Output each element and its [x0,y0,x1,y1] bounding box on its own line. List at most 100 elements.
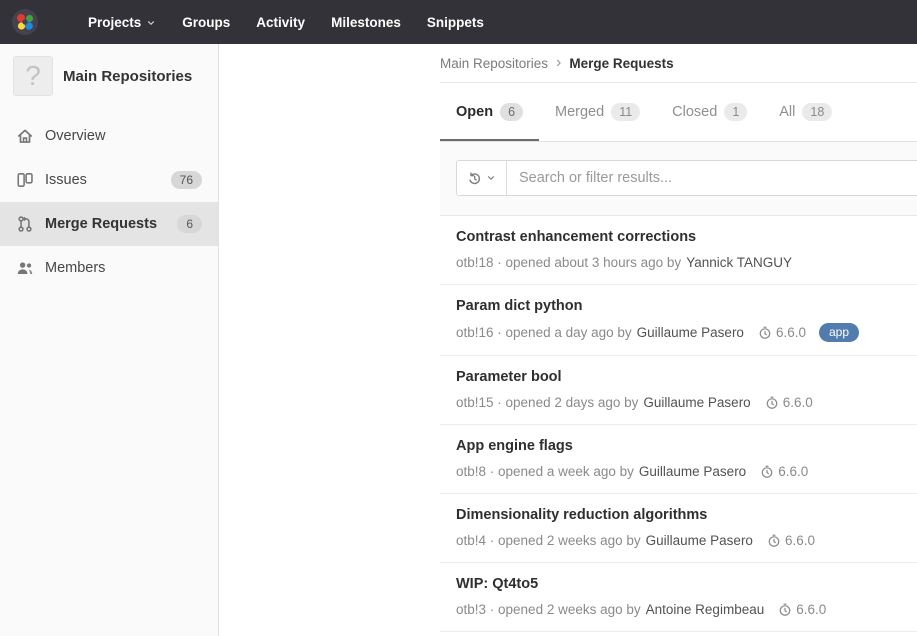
issues-icon [16,171,34,189]
tab-count-badge: 11 [611,103,640,121]
milestone-title: 6.6.0 [778,463,808,480]
merge-request-meta: otb!8 · opened a week ago by Guillaume P… [456,463,917,480]
label-badge[interactable]: app [819,323,859,342]
merge-request-meta: otb!3 · opened 2 weeks ago by Antoine Re… [456,601,917,618]
top-navbar: Projects Groups Activity Milestones [0,0,917,44]
home-icon [16,127,34,145]
tab-label: Closed [672,104,717,120]
breadcrumb-current: Merge Requests [569,56,673,71]
merge-request-row: Param dict python otb!16 · opened a day … [440,285,917,356]
tab-count-badge: 6 [500,103,523,121]
merge-request-row: App engine flags otb!8 · opened a week a… [440,425,917,494]
milestone-link[interactable]: 6.6.0 [778,601,826,618]
author-link[interactable]: Yannick TANGUY [686,254,792,271]
filter-bar [440,142,917,216]
merge-request-meta-text: otb!15 · opened 2 days ago by [456,394,638,411]
gitlab-instance-logo-icon[interactable] [11,8,39,36]
tab-label: Open [456,104,493,120]
author-link[interactable]: Guillaume Pasero [637,324,744,341]
tab-count-badge: 18 [802,103,832,121]
merge-request-meta-text: otb!3 · opened 2 weeks ago by [456,601,641,618]
milestone-link[interactable]: 6.6.0 [767,532,815,549]
navbar-item-label: Groups [182,15,230,30]
author-link[interactable]: Guillaume Pasero [639,463,746,480]
merge-request-meta-text: otb!16 · opened a day ago by [456,324,632,341]
milestone-title: 6.6.0 [776,324,806,341]
merge-request-title-link[interactable]: Param dict python [456,297,917,316]
sidebar-count-badge: 6 [177,215,202,233]
state-tab[interactable]: Merged 11 [539,83,656,141]
merge-request-meta-text: otb!4 · opened 2 weeks ago by [456,532,641,549]
sidebar-item[interactable]: Issues 76 [0,158,218,202]
navbar-item-label: Snippets [427,15,484,30]
milestone-title: 6.6.0 [796,601,826,618]
author-link[interactable]: Guillaume Pasero [646,532,753,549]
sidebar-count-badge: 76 [171,171,202,189]
clock-icon [765,396,779,410]
merge-request-row: Dimensionality reduction algorithms otb!… [440,494,917,563]
merge-request-title-link[interactable]: Dimensionality reduction algorithms [456,506,917,525]
navbar-item[interactable]: Milestones [318,0,414,44]
tab-label: Merged [555,104,604,120]
tab-count-badge: 1 [724,103,747,121]
milestone-title: 6.6.0 [783,394,813,411]
merge-request-meta: otb!16 · opened a day ago by Guillaume P… [456,323,917,342]
navbar-item-label: Activity [256,15,305,30]
filtered-search [456,160,917,196]
clock-icon [778,603,792,617]
main-content: Main Repositories › Merge Requests Open … [219,44,917,636]
navbar-item[interactable]: Activity [243,0,318,44]
members-icon [16,259,34,277]
sidebar-item[interactable]: Merge Requests 6 [0,202,218,246]
chevron-down-icon [486,173,496,183]
milestone-link[interactable]: 6.6.0 [758,324,806,341]
tab-label: All [779,104,795,120]
merge-request-meta: otb!18 · opened about 3 hours ago by Yan… [456,254,917,271]
navbar-item-label: Projects [88,15,141,30]
navbar-links: Projects Groups Activity Milestones [75,0,497,44]
merge-request-row: WIP: Qt4to5 otb!3 · opened 2 weeks ago b… [440,563,917,632]
project-header-link[interactable]: ? Main Repositories [0,44,218,108]
navbar-item[interactable]: Snippets [414,0,497,44]
sidebar-item-label: Merge Requests [45,216,157,232]
milestone-title: 6.6.0 [785,532,815,549]
merge-request-title-link[interactable]: App engine flags [456,437,917,456]
sidebar-item-label: Members [45,260,105,276]
merge-request-title-link[interactable]: WIP: Qt4to5 [456,575,917,594]
state-tab[interactable]: Open 6 [440,83,539,141]
merge-request-title-link[interactable]: Parameter bool [456,368,917,387]
milestone-link[interactable]: 6.6.0 [760,463,808,480]
project-avatar: ? [13,56,53,96]
merge-request-row: Parameter bool otb!15 · opened 2 days ag… [440,356,917,425]
sidebar-item[interactable]: Members [0,246,218,290]
merge-request-title-link[interactable]: Contrast enhancement corrections [456,228,917,247]
navbar-item[interactable]: Projects [75,0,169,44]
breadcrumb: Main Repositories › Merge Requests [440,44,917,83]
breadcrumb-project-link[interactable]: Main Repositories [440,56,548,71]
navbar-item[interactable]: Groups [169,0,243,44]
clock-icon [758,326,772,340]
recent-searches-dropdown-button[interactable] [457,161,507,195]
sidebar-item-label: Overview [45,128,105,144]
chevron-down-icon [146,18,156,28]
state-tab[interactable]: Closed 1 [656,83,763,141]
author-link[interactable]: Antoine Regimbeau [646,601,765,618]
sidebar-nav: Overview Issues 76 Merge Requests 6 Memb… [0,114,218,290]
sidebar-item[interactable]: Overview [0,114,218,158]
state-tab[interactable]: All 18 [763,83,848,141]
milestone-link[interactable]: 6.6.0 [765,394,813,411]
author-link[interactable]: Guillaume Pasero [643,394,750,411]
merge-request-row: Contrast enhancement corrections otb!18 … [440,216,917,285]
clock-icon [760,465,774,479]
merge-request-meta-text: otb!8 · opened a week ago by [456,463,634,480]
merge-request-list: Contrast enhancement corrections otb!18 … [440,216,917,632]
navbar-item-label: Milestones [331,15,401,30]
merge-request-meta: otb!15 · opened 2 days ago by Guillaume … [456,394,917,411]
merge-request-meta: otb!4 · opened 2 weeks ago by Guillaume … [456,532,917,549]
merge-request-icon [16,215,34,233]
search-filter-input[interactable] [507,161,917,195]
sidebar-item-label: Issues [45,172,87,188]
breadcrumb-separator-icon: › [556,55,561,71]
merge-request-meta-text: otb!18 · opened about 3 hours ago by [456,254,681,271]
project-avatar-placeholder: ? [25,62,41,90]
